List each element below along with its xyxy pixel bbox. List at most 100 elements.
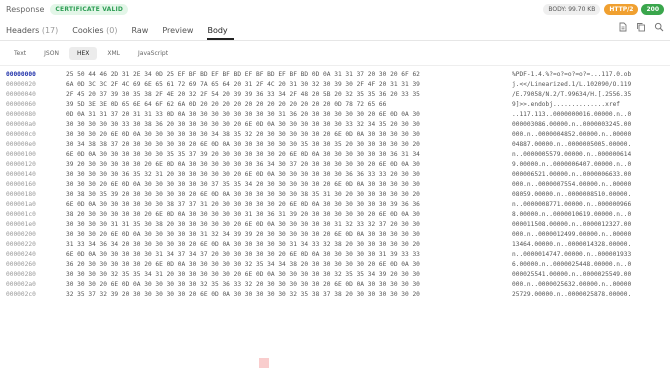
hex-bytes: 6E 0D 0A 30 30 30 30 30 30 35 35 37 39 2… xyxy=(66,151,420,158)
hex-ascii: 25729.00000.n..0000025878.00000. xyxy=(512,291,632,298)
format-json[interactable]: JSON xyxy=(36,47,67,60)
tab-cookies[interactable]: Cookies (0) xyxy=(72,26,123,40)
hex-row: 000000e0 30 34 38 38 37 20 30 30 30 30 30… xyxy=(0,140,670,150)
certificate-badge: CERTIFICATE VALID xyxy=(50,3,129,15)
hex-address: 00000020 xyxy=(6,81,36,88)
hex-address: 00000140 xyxy=(6,171,36,178)
format-javascript[interactable]: JavaScript xyxy=(130,47,176,60)
hex-bytes: 6E 0D 0A 30 30 30 30 30 30 38 37 37 31 2… xyxy=(66,201,420,208)
hex-address: 000001a0 xyxy=(6,201,36,208)
hex-bytes: 30 30 30 30 32 35 35 34 31 20 30 30 30 3… xyxy=(66,271,420,278)
file-icon[interactable] xyxy=(618,21,628,33)
hex-address: 00000220 xyxy=(6,241,36,248)
hex-bytes: 30 38 30 35 39 20 30 30 30 30 30 20 6E 0… xyxy=(66,191,420,198)
response-tabs: Headers (17) Cookies (0) Raw Preview Bod… xyxy=(0,18,670,41)
hex-ascii: n..0000008771.00000.n..000000966 xyxy=(512,201,632,208)
hex-bytes: 30 30 30 20 6E 0D 0A 30 30 30 30 30 30 3… xyxy=(66,181,420,188)
format-selector: Text JSON HEX XML JavaScript xyxy=(0,41,670,66)
hex-row: 00000060 39 5D 3E 3E 0D 65 6E 64 6F 62 6A… xyxy=(0,100,670,110)
hex-address: 00000200 xyxy=(6,231,36,238)
hex-address: 00000180 xyxy=(6,191,36,198)
hex-row: 000001e0 30 30 30 30 31 31 35 30 38 20 30… xyxy=(0,220,670,230)
hex-address: 00000240 xyxy=(6,251,36,258)
tab-count: (17) xyxy=(41,26,59,35)
hex-bytes: 31 33 34 36 34 20 30 30 30 30 30 20 6E 0… xyxy=(66,241,420,248)
hex-row: 00000240 6E 0D 0A 30 30 30 30 30 31 34 37… xyxy=(0,250,670,260)
hex-row: 000001a0 6E 0D 0A 30 30 30 30 30 30 38 37… xyxy=(0,200,670,210)
hex-ascii: 000011508.00000.n..0000012327.00 xyxy=(512,221,632,228)
hex-address: 000002c0 xyxy=(6,291,36,298)
hex-row: 00000100 6E 0D 0A 30 30 30 30 30 30 35 35… xyxy=(0,150,670,160)
hex-bytes: 32 35 37 32 39 20 30 30 30 30 30 20 6E 0… xyxy=(66,291,420,298)
hex-bytes: 38 20 30 30 30 30 30 20 6E 0D 0A 30 30 3… xyxy=(66,211,420,218)
hex-address: 000002a0 xyxy=(6,281,36,288)
highlight-marker xyxy=(259,358,269,368)
hex-row: 000000a0 30 30 30 30 30 33 30 38 36 20 30… xyxy=(0,120,670,130)
hex-ascii: j.<</Linearized.1/L.102090/O.119 xyxy=(512,81,632,88)
hex-row: 000002c0 32 35 37 32 39 20 30 30 30 30 30… xyxy=(0,290,670,300)
hex-address: 00000040 xyxy=(6,91,36,98)
body-size-badge: BODY: 99.70 KB xyxy=(543,3,601,15)
body-tools xyxy=(618,21,664,33)
tab-label: Raw xyxy=(131,26,149,35)
hex-bytes: 36 20 30 30 30 30 30 20 6E 0D 0A 30 30 3… xyxy=(66,261,420,268)
hex-ascii: 000.n..0000004852.00000.n..00000 xyxy=(512,131,632,138)
hex-ascii: 9]>>.endobj..............xref xyxy=(512,101,621,108)
hex-bytes: 39 5D 3E 3E 0D 65 6E 64 6F 62 6A 0D 20 2… xyxy=(66,101,387,108)
hex-bytes: 30 30 30 30 30 36 35 32 31 20 30 30 30 3… xyxy=(66,171,420,178)
hex-ascii: 6.00000.n..0000025448.00000.n..0 xyxy=(512,261,632,268)
hex-row: 00000200 30 30 30 20 6E 0D 0A 30 30 30 30… xyxy=(0,230,670,240)
hex-viewer[interactable]: 00000000 25 50 44 46 2D 31 2E 34 0D 25 EF… xyxy=(0,66,670,370)
tab-label: Preview xyxy=(162,26,194,35)
hex-ascii: 000006521.00000.n..0000006633.00 xyxy=(512,171,632,178)
hex-ascii: 13464.00000.n..0000014328.00000. xyxy=(512,241,632,248)
hex-address: 00000000 xyxy=(6,71,36,78)
search-icon[interactable] xyxy=(654,21,664,33)
hex-bytes: 30 30 30 20 6E 0D 0A 30 30 30 30 30 32 3… xyxy=(66,281,420,288)
tab-label: Body xyxy=(207,26,228,35)
tab-label: Cookies xyxy=(72,26,104,35)
hex-ascii: n..0000014747.00000.n..000001933 xyxy=(512,251,632,258)
tab-body[interactable]: Body xyxy=(207,26,234,40)
hex-address: 000001c0 xyxy=(6,211,36,218)
tab-raw[interactable]: Raw xyxy=(131,26,154,40)
hex-address: 00000080 xyxy=(6,111,36,118)
hex-ascii: 000.n..0000025632.00000.n..00000 xyxy=(512,281,632,288)
hex-ascii: n..0000005579.00000.n..000000614 xyxy=(512,151,632,158)
hex-bytes: 2F 45 20 37 39 30 35 38 2F 4E 20 32 2F 5… xyxy=(66,91,420,98)
hex-row: 00000260 36 20 30 30 30 30 30 20 6E 0D 0A… xyxy=(0,260,670,270)
hex-address: 000001e0 xyxy=(6,221,36,228)
hex-bytes: 30 30 30 30 31 31 35 30 38 20 30 30 30 3… xyxy=(66,221,420,228)
hex-ascii: 000003086.00000.n..0000003245.00 xyxy=(512,121,632,128)
protocol-badge: HTTP/2 xyxy=(604,3,639,15)
hex-row: 00000080 0D 0A 31 31 37 20 31 31 33 0D 0A… xyxy=(0,110,670,120)
hex-address: 00000100 xyxy=(6,151,36,158)
tab-label: Headers xyxy=(6,26,40,35)
hex-ascii: 000.n..0000007554.00000.n..00000 xyxy=(512,181,632,188)
format-text[interactable]: Text xyxy=(6,47,34,60)
hex-ascii: 8.00000.n..0000010619.00000.n..0 xyxy=(512,211,632,218)
hex-bytes: 0D 0A 31 31 37 20 31 31 33 0D 0A 30 30 3… xyxy=(66,111,420,118)
tab-preview[interactable]: Preview xyxy=(162,26,199,40)
hex-row: 000001c0 38 20 30 30 30 30 30 20 6E 0D 0A… xyxy=(0,210,670,220)
response-header: Response CERTIFICATE VALID BODY: 99.70 K… xyxy=(0,0,670,18)
tab-headers[interactable]: Headers (17) xyxy=(6,26,64,40)
hex-ascii: 000025541.00000.n..0000025549.00 xyxy=(512,271,632,278)
hex-row: 00000220 31 33 34 36 34 20 30 30 30 30 30… xyxy=(0,240,670,250)
format-hex[interactable]: HEX xyxy=(68,46,98,60)
hex-row: 000002a0 30 30 30 20 6E 0D 0A 30 30 30 30… xyxy=(0,280,670,290)
hex-row: 00000280 30 30 30 30 32 35 35 34 31 20 30… xyxy=(0,270,670,280)
hex-row: 00000020 6A 0D 3C 3C 2F 4C 69 6E 65 61 72… xyxy=(0,80,670,90)
copy-icon[interactable] xyxy=(636,21,646,33)
format-xml[interactable]: XML xyxy=(99,47,128,60)
hex-address: 000000a0 xyxy=(6,121,36,128)
hex-address: 00000260 xyxy=(6,261,36,268)
hex-ascii: /E.79058/N.2/T.99634/H.[.2556.35 xyxy=(512,91,632,98)
hex-row: 00000000 25 50 44 46 2D 31 2E 34 0D 25 EF… xyxy=(0,70,670,80)
hex-ascii: 9.00000.n..0000006407.00000.n..0 xyxy=(512,161,632,168)
tab-count: (0) xyxy=(106,26,118,35)
hex-address: 000000e0 xyxy=(6,141,36,148)
hex-ascii: ..117.113..0000000016.00000.n..0 xyxy=(512,111,632,118)
panel-title: Response xyxy=(6,4,45,14)
hex-address: 00000160 xyxy=(6,181,36,188)
